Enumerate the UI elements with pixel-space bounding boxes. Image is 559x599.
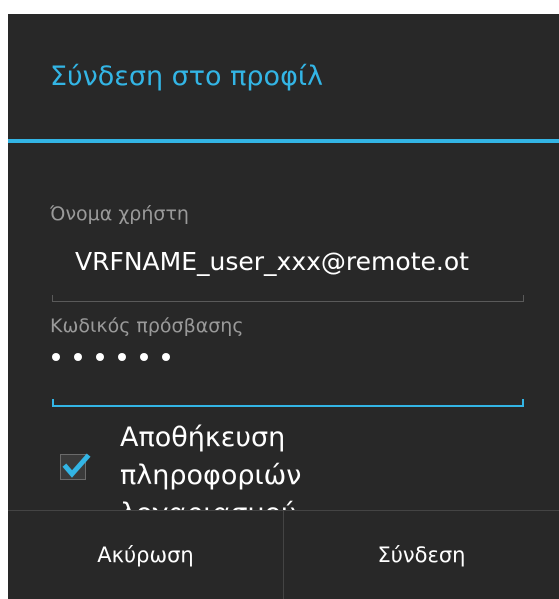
username-underline	[52, 295, 524, 302]
cancel-button[interactable]: Ακύρωση	[8, 511, 283, 599]
underline-tick-right	[523, 295, 524, 302]
login-button[interactable]: Σύνδεση	[284, 511, 559, 599]
password-dot	[118, 353, 126, 361]
password-dot	[52, 353, 60, 361]
underline-tick-right	[522, 399, 524, 407]
dialog-content: Όνομα χρήστη VRFNAME_user_xxx@remote.ot …	[8, 143, 559, 510]
password-field[interactable]	[52, 353, 170, 361]
dialog-title-bar: Σύνδεση στο προφίλ	[8, 14, 559, 139]
password-underline-focused	[52, 399, 524, 407]
password-dot	[140, 353, 148, 361]
dialog-button-bar: Ακύρωση Σύνδεση	[8, 510, 559, 599]
password-label: Κωδικός πρόσβασης	[50, 315, 244, 337]
save-credentials-label[interactable]: Αποθήκευση πληροφοριών λογαριασμού	[120, 419, 420, 510]
password-dot	[74, 353, 82, 361]
password-dot	[162, 353, 170, 361]
login-dialog: Σύνδεση στο προφίλ Όνομα χρήστη VRFNAME_…	[8, 14, 559, 599]
password-dot	[96, 353, 104, 361]
underline-tick-left	[52, 295, 53, 302]
save-credentials-checkbox[interactable]	[60, 453, 91, 480]
checkmark-icon	[62, 453, 91, 478]
username-label: Όνομα χρήστη	[50, 203, 189, 225]
username-field[interactable]: VRFNAME_user_xxx@remote.ot	[75, 247, 535, 276]
dialog-title: Σύνδεση στο προφίλ	[50, 61, 323, 92]
underline-tick-left	[52, 399, 54, 407]
